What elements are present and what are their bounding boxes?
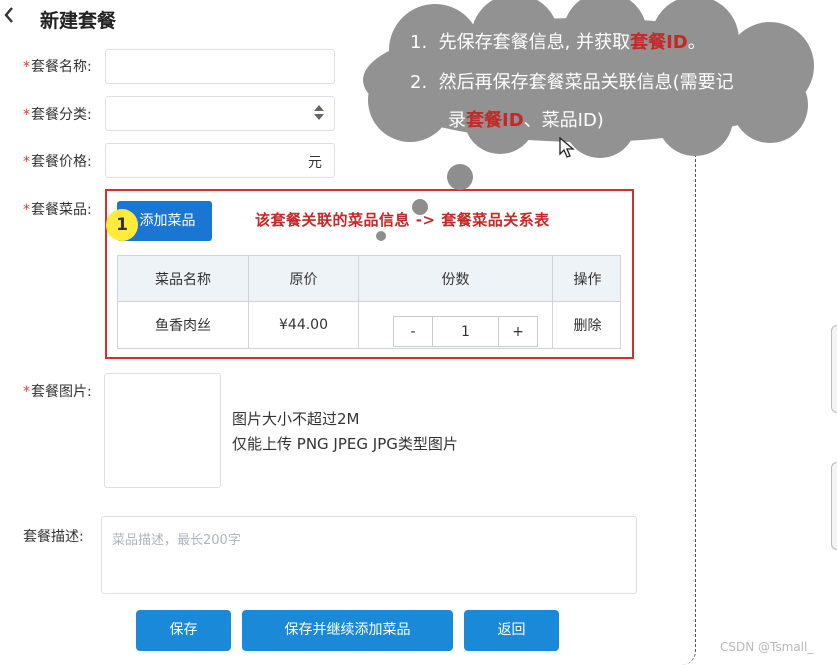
price-label: *套餐价格: <box>23 154 92 170</box>
side-tab-top[interactable] <box>831 325 837 413</box>
upload-hint-types: 仅能上传 PNG JPEG JPG类型图片 <box>232 435 458 453</box>
cloud-step2-line2: 录套餐ID、菜品ID) <box>448 110 604 131</box>
dishes-label: *套餐菜品: <box>23 202 92 218</box>
table-header: 菜品名称 原价 份数 操作 <box>118 256 620 302</box>
upload-hint-size: 图片大小不超过2M <box>232 410 360 428</box>
select-arrows-icon <box>314 105 324 121</box>
name-label: *套餐名称: <box>23 59 92 75</box>
mouse-pointer-icon <box>559 137 575 158</box>
col-qty: 份数 <box>359 256 553 301</box>
name-input[interactable] <box>105 49 335 84</box>
bubble-dot-medium <box>412 199 428 215</box>
watermark: CSDN @Tsmall_ <box>720 640 814 654</box>
desc-label: 套餐描述: <box>23 529 84 545</box>
step-badge: 1 <box>106 209 138 241</box>
relation-note: 该套餐关联的菜品信息 -> 套餐菜品关系表 <box>255 211 550 229</box>
image-uploader[interactable] <box>104 373 221 488</box>
bubble-dot-large <box>447 164 473 190</box>
table-row: 鱼香肉丝 ¥44.00 删除 <box>118 302 620 348</box>
save-continue-button[interactable]: 保存并继续添加菜品 <box>242 610 453 651</box>
back-chevron-icon[interactable] <box>2 4 24 30</box>
col-dish-name: 菜品名称 <box>118 256 249 301</box>
dish-table: 菜品名称 原价 份数 操作 鱼香肉丝 ¥44.00 删除 <box>117 255 621 349</box>
col-price: 原价 <box>249 256 359 301</box>
cloud-step2-line1: 2. 然后再保存套餐菜品关联信息(需要记 <box>410 72 734 93</box>
delete-link[interactable]: 删除 <box>553 302 622 348</box>
category-select[interactable] <box>105 96 335 131</box>
qty-value[interactable]: 1 <box>432 317 499 346</box>
save-button[interactable]: 保存 <box>136 610 231 651</box>
dish-name: 鱼香肉丝 <box>118 302 249 348</box>
side-tab-bottom[interactable] <box>831 462 837 550</box>
qty-plus-button[interactable]: + <box>499 317 537 346</box>
price-input[interactable]: 元 <box>105 143 335 178</box>
category-label: *套餐分类: <box>23 107 92 123</box>
price-suffix: 元 <box>308 155 322 171</box>
bubble-dot-small <box>376 231 386 241</box>
quantity-stepper: - 1 + <box>393 316 538 347</box>
col-action: 操作 <box>573 271 602 288</box>
qty-minus-button[interactable]: - <box>394 317 432 346</box>
dish-price: ¥44.00 <box>249 302 359 348</box>
cloud-step1: 1. 先保存套餐信息, 并获取套餐ID。 <box>410 32 706 53</box>
page-title: 新建套餐 <box>40 10 117 32</box>
back-button[interactable]: 返回 <box>464 610 559 651</box>
image-label: *套餐图片: <box>23 384 92 400</box>
desc-textarea[interactable]: 菜品描述，最长200字 <box>101 516 637 594</box>
